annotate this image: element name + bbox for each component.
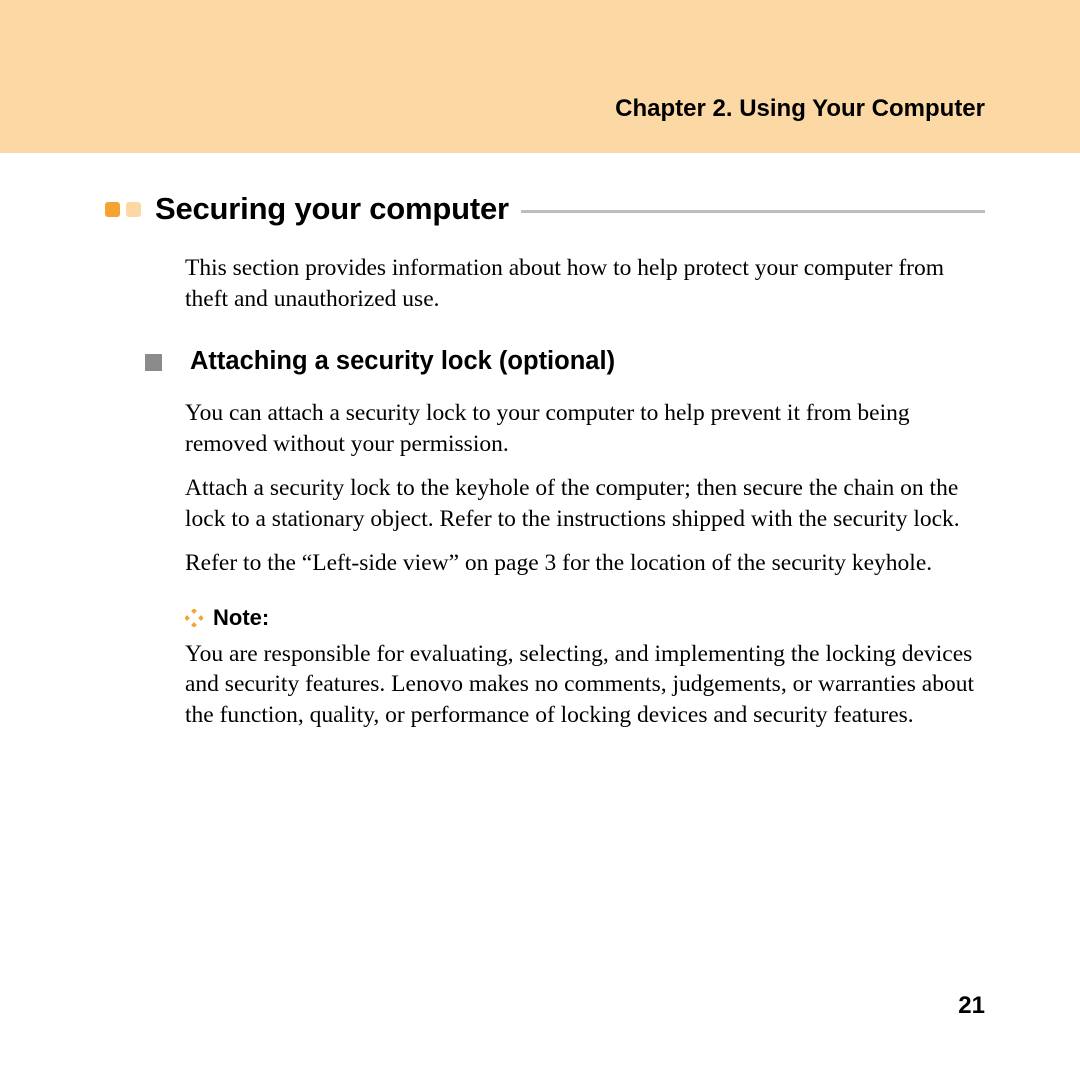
section-intro: This section provides information about …: [185, 253, 975, 315]
body-paragraph: Attach a security lock to the keyhole of…: [185, 473, 985, 534]
manual-page: Chapter 2. Using Your Computer Securing …: [0, 0, 1080, 1080]
body-paragraph: Refer to the “Left-side view” on page 3 …: [185, 548, 985, 579]
note-diamond-icon: [185, 609, 203, 627]
note-body: You are responsible for evaluating, sele…: [185, 639, 985, 731]
section-heading: Securing your computer: [105, 191, 985, 227]
section-bullet-icon: [126, 202, 141, 217]
chapter-title: Chapter 2. Using Your Computer: [615, 95, 985, 123]
section-title: Securing your computer: [155, 191, 509, 227]
page-content: Securing your computer This section prov…: [0, 153, 1080, 730]
section-bullet-icon: [105, 202, 120, 217]
body-paragraph: You can attach a security lock to your c…: [185, 398, 985, 459]
subsection-title: Attaching a security lock (optional): [190, 347, 615, 376]
section-rule: [521, 210, 985, 213]
subsection-heading: Attaching a security lock (optional): [145, 347, 985, 376]
square-bullet-icon: [145, 354, 162, 371]
page-number: 21: [958, 992, 985, 1020]
note-label: Note:: [213, 605, 269, 631]
note-heading: Note:: [185, 605, 985, 631]
page-header-band: Chapter 2. Using Your Computer: [0, 0, 1080, 153]
